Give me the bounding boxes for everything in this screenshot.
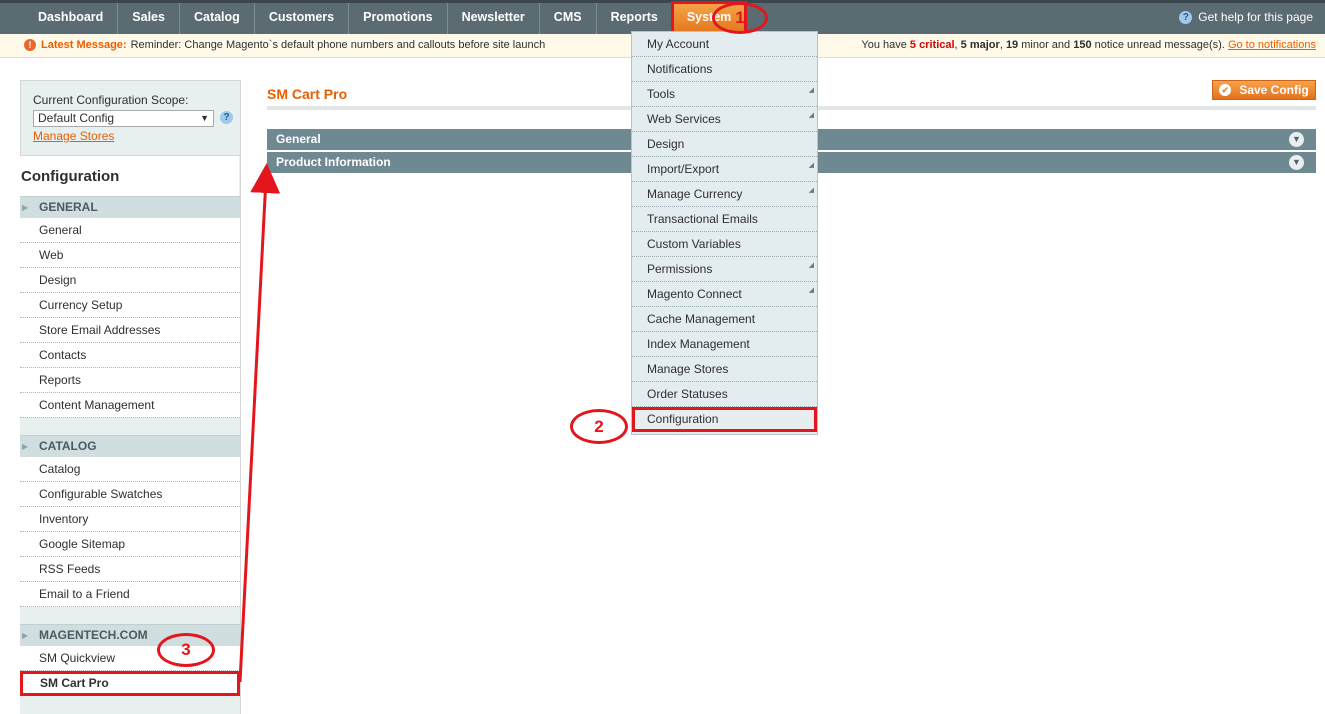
- annotation-arrow: [238, 163, 281, 683]
- annotation-3: 3: [157, 633, 215, 667]
- annotation-1: 1: [712, 2, 768, 34]
- annotation-2: 2: [570, 409, 628, 444]
